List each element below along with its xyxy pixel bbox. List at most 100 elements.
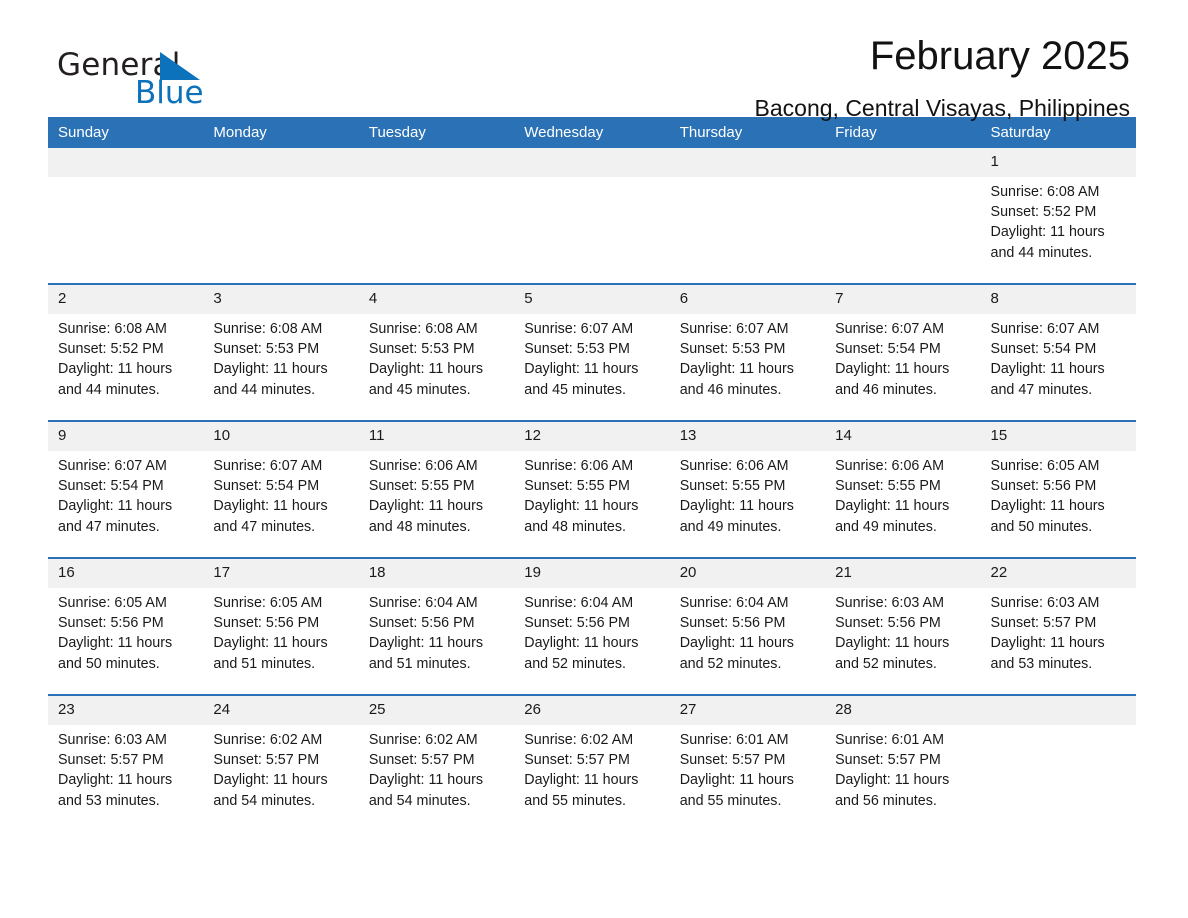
detail-sunrise: Sunrise: 6:03 AM [835,595,944,611]
detail-sunrise: Sunrise: 6:06 AM [679,458,789,474]
calendar-day-cell[interactable]: 7 Sunrise: 6:07 AM Sunset: 5:54 PM Daylight… [825,284,981,422]
calendar-day-cell[interactable]: 21 Sunrise: 6:03 AM Sunset: 5:56 PM Dayligh… [825,558,981,696]
detail-daylight-2: and 44 minutes. [213,381,316,398]
detail-sunset: Sunset: 5:57 PM [213,752,320,769]
detail-daylight-2: and 48 minutes. [368,518,471,535]
detail-sunset: Sunset: 5:55 PM [524,478,630,495]
detail-daylight-2: and 55 minutes. [524,792,626,809]
calendar-day-cell[interactable]: 27 Sunrise: 6:01 AM Sunset: 5:57 PM Dayligh… [669,695,826,831]
detail-daylight-2: and 51 minutes. [213,655,316,672]
detail-daylight-1: Daylight: 11 hours [524,498,639,515]
calendar-day-cell[interactable]: 9 Sunrise: 6:07 AM Sunset: 5:54 PM Daylight… [48,421,204,559]
day-details: Sunrise: 6:04 AM Sunset: 5:56 PM Daylight:… [359,588,514,674]
detail-sunrise: Sunrise: 6:06 AM [524,458,634,474]
day-details: Sunrise: 6:07 AM Sunset: 5:54 PM Daylight:… [203,451,358,537]
detail-sunrise: Sunrise: 6:08 AM [213,321,323,337]
detail-daylight-1: Daylight: 11 hours [835,361,950,378]
detail-sunrise: Sunrise: 6:02 AM [524,732,634,748]
day-number: 2 [48,285,204,314]
calendar-day-cell[interactable]: 4 Sunrise: 6:08 AM Sunset: 5:53 PM Daylight… [358,284,515,422]
detail-sunrise: Sunrise: 6:05 AM [213,595,323,611]
day-number: 24 [203,696,359,725]
detail-daylight-2: and 54 minutes. [368,792,471,809]
detail-sunset: Sunset: 5:57 PM [524,752,630,769]
calendar-day-cell[interactable]: 12 Sunrise: 6:06 AM Sunset: 5:55 PM Dayligh… [514,421,670,559]
day-details: Sunrise: 6:06 AM Sunset: 5:55 PM Daylight:… [514,451,669,537]
day-number: 6 [669,285,826,314]
detail-sunrise: Sunrise: 6:07 AM [213,458,323,474]
detail-daylight-1: Daylight: 11 hours [58,772,173,789]
calendar-day-cell[interactable]: 24 Sunrise: 6:02 AM Sunset: 5:57 PM Dayligh… [203,695,359,831]
day-number: 12 [514,422,670,451]
calendar-day-cell[interactable]: 8 Sunrise: 6:07 AM Sunset: 5:54 PM Daylight… [980,284,1136,422]
day-number [514,148,670,177]
calendar-day-cell[interactable]: 10 Sunrise: 6:07 AM Sunset: 5:54 PM Dayligh… [203,421,359,559]
detail-sunset: Sunset: 5:52 PM [990,204,1097,221]
detail-daylight-1: Daylight: 11 hours [58,635,173,652]
calendar-day-cell[interactable]: 11 Sunrise: 6:06 AM Sunset: 5:55 PM Dayligh… [358,421,515,559]
day-number: 20 [669,559,826,588]
detail-daylight-1: Daylight: 11 hours [524,635,639,652]
calendar-day-cell[interactable]: 26 Sunrise: 6:02 AM Sunset: 5:57 PM Dayligh… [514,695,670,831]
detail-daylight-1: Daylight: 11 hours [213,635,328,652]
detail-daylight-2: and 44 minutes. [58,381,160,398]
page-subtitle: Bacong, Central Visayas, Philippines [754,95,1130,121]
detail-sunrise: Sunrise: 6:04 AM [524,595,634,611]
weekday-header-monday: Monday [203,117,359,148]
day-details: Sunrise: 6:07 AM Sunset: 5:53 PM Daylight:… [670,314,825,400]
day-details: Sunrise: 6:04 AM Sunset: 5:56 PM Daylight:… [514,588,669,674]
detail-sunrise: Sunrise: 6:05 AM [990,458,1100,474]
detail-sunset: Sunset: 5:53 PM [368,341,475,358]
day-details: Sunrise: 6:07 AM Sunset: 5:54 PM Daylight:… [981,314,1136,400]
calendar-empty-cell [48,148,204,285]
calendar-empty-cell [825,148,981,285]
detail-daylight-2: and 51 minutes. [368,655,471,672]
detail-sunrise: Sunrise: 6:05 AM [58,595,167,611]
day-number: 25 [358,696,515,725]
detail-daylight-1: Daylight: 11 hours [58,361,173,378]
detail-sunset: Sunset: 5:54 PM [835,341,941,358]
calendar-day-cell[interactable]: 1 Sunrise: 6:08 AM Sunset: 5:52 PM Daylight… [980,148,1136,285]
calendar-day-cell[interactable]: 3 Sunrise: 6:08 AM Sunset: 5:53 PM Daylight… [203,284,359,422]
calendar-day-cell[interactable]: 2 Sunrise: 6:08 AM Sunset: 5:52 PM Daylight… [48,284,204,422]
calendar-day-cell[interactable]: 17 Sunrise: 6:05 AM Sunset: 5:56 PM Dayligh… [203,558,359,696]
calendar-day-cell[interactable]: 25 Sunrise: 6:02 AM Sunset: 5:57 PM Dayligh… [358,695,515,831]
calendar-day-cell[interactable]: 18 Sunrise: 6:04 AM Sunset: 5:56 PM Dayligh… [358,558,515,696]
day-number: 4 [358,285,515,314]
calendar-day-cell[interactable]: 16 Sunrise: 6:05 AM Sunset: 5:56 PM Dayligh… [48,558,204,696]
detail-sunrise: Sunrise: 6:07 AM [58,458,167,474]
detail-daylight-2: and 52 minutes. [835,655,937,672]
detail-daylight-1: Daylight: 11 hours [368,361,484,378]
calendar-day-cell[interactable]: 5 Sunrise: 6:07 AM Sunset: 5:53 PM Daylight… [514,284,670,422]
calendar-day-cell[interactable]: 14 Sunrise: 6:06 AM Sunset: 5:55 PM Dayligh… [825,421,981,559]
calendar-day-cell[interactable]: 6 Sunrise: 6:07 AM Sunset: 5:53 PM Daylight… [669,284,826,422]
detail-daylight-1: Daylight: 11 hours [58,498,173,515]
day-number: 26 [514,696,670,725]
calendar-day-cell[interactable]: 28 Sunrise: 6:01 AM Sunset: 5:57 PM Dayligh… [825,695,981,831]
calendar-empty-cell [203,148,359,285]
calendar-day-cell[interactable]: 22 Sunrise: 6:03 AM Sunset: 5:57 PM Dayligh… [980,558,1136,696]
day-number: 22 [980,559,1136,588]
day-details: Sunrise: 6:08 AM Sunset: 5:53 PM Daylight:… [359,314,514,400]
detail-daylight-1: Daylight: 11 hours [835,498,950,515]
calendar-day-cell[interactable]: 13 Sunrise: 6:06 AM Sunset: 5:55 PM Dayligh… [669,421,826,559]
day-details: Sunrise: 6:07 AM Sunset: 5:54 PM Daylight:… [825,314,980,400]
detail-sunset: Sunset: 5:56 PM [524,615,630,632]
detail-sunset: Sunset: 5:54 PM [990,341,1097,358]
calendar-day-cell[interactable]: 20 Sunrise: 6:04 AM Sunset: 5:56 PM Dayligh… [669,558,826,696]
calendar-day-cell[interactable]: 19 Sunrise: 6:04 AM Sunset: 5:56 PM Dayligh… [514,558,670,696]
calendar-empty-cell [514,148,670,285]
detail-daylight-1: Daylight: 11 hours [990,361,1105,378]
detail-sunset: Sunset: 5:56 PM [58,615,164,632]
detail-sunrise: Sunrise: 6:07 AM [835,321,944,337]
calendar-day-cell[interactable]: 15 Sunrise: 6:05 AM Sunset: 5:56 PM Dayligh… [980,421,1136,559]
day-details: Sunrise: 6:03 AM Sunset: 5:57 PM Daylight:… [48,725,203,811]
calendar-day-cell[interactable]: 23 Sunrise: 6:03 AM Sunset: 5:57 PM Dayligh… [48,695,204,831]
detail-sunrise: Sunrise: 6:06 AM [835,458,944,474]
detail-daylight-1: Daylight: 11 hours [213,361,328,378]
detail-sunset: Sunset: 5:56 PM [679,615,786,632]
day-details: Sunrise: 6:03 AM Sunset: 5:56 PM Daylight:… [825,588,980,674]
day-details: Sunrise: 6:08 AM Sunset: 5:53 PM Daylight:… [203,314,358,400]
detail-daylight-2: and 50 minutes. [58,655,160,672]
detail-daylight-2: and 47 minutes. [58,518,160,535]
